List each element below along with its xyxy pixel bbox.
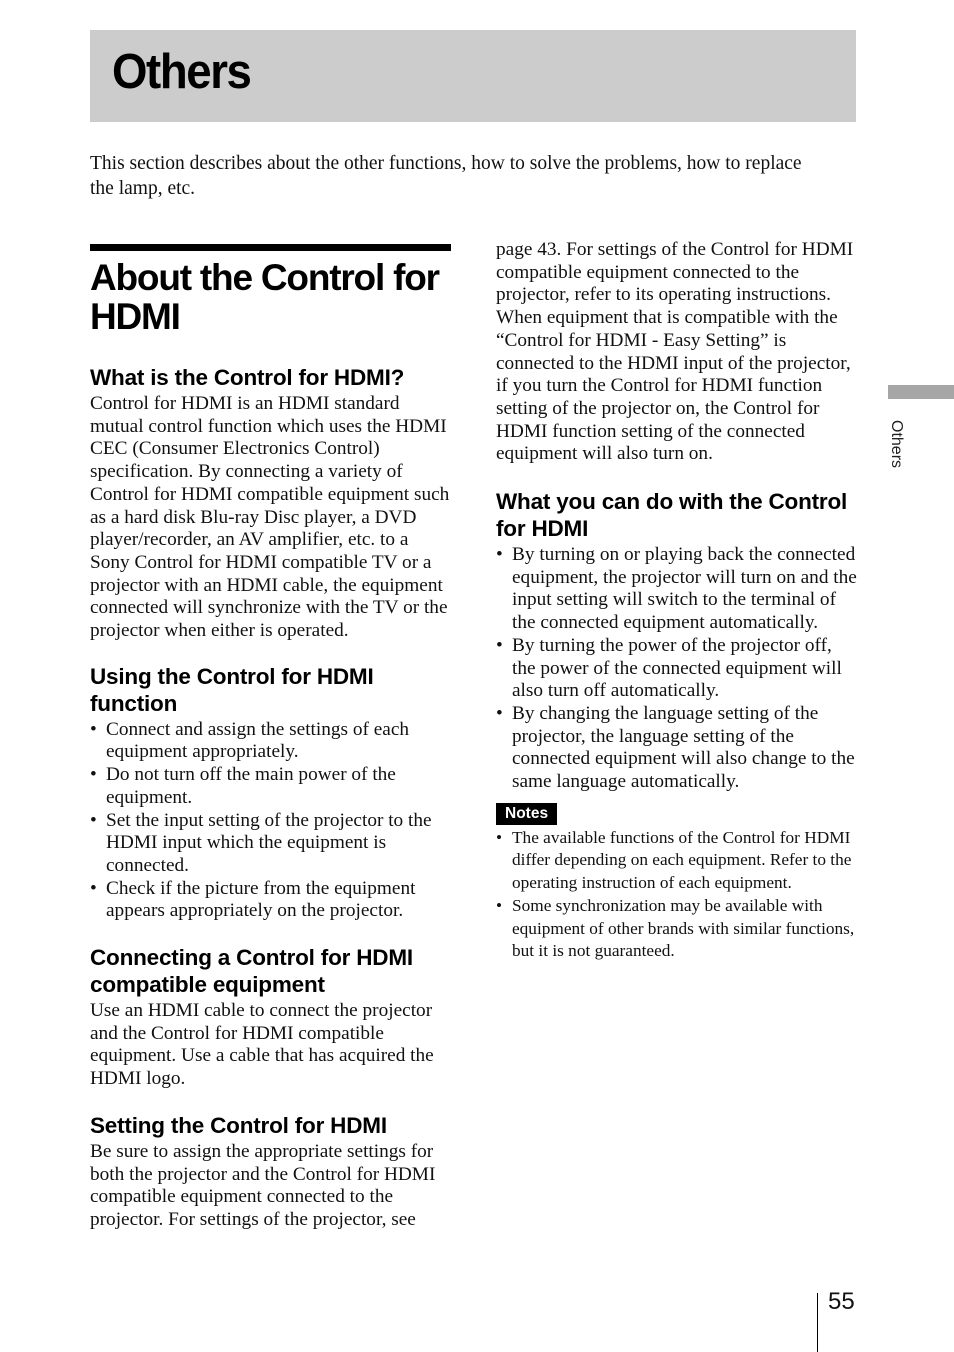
- side-tab-marker: [888, 385, 954, 399]
- section-title-line2: HDMI: [90, 296, 181, 337]
- note-item: The available functions of the Control f…: [496, 827, 858, 895]
- notes-list: The available functions of the Control f…: [496, 827, 858, 963]
- page-number-rule: [817, 1293, 818, 1352]
- setting-body-part1: Be sure to assign the appropriate settin…: [90, 1140, 436, 1230]
- side-tab-label: Others: [888, 420, 905, 469]
- what-you-can-do-list: By turning on or playing back the connec…: [496, 544, 858, 794]
- list-item: By changing the language setting of the …: [496, 703, 858, 794]
- what-is-body: Control for HDMI is an HDMI standard mut…: [90, 393, 450, 642]
- list-item: Set the input setting of the projector t…: [90, 810, 452, 878]
- chapter-banner: Others: [90, 30, 856, 122]
- list-item: By turning the power of the projector of…: [496, 635, 858, 703]
- chapter-intro: This section describes about the other f…: [90, 153, 802, 199]
- left-column: About the Control for HDMI What is the C…: [90, 244, 452, 1232]
- using-list: Connect and assign the settings of each …: [90, 719, 452, 923]
- list-item: Check if the picture from the equipment …: [90, 878, 452, 923]
- right-column: page 43. For settings of the Control for…: [496, 239, 858, 963]
- notes-badge: Notes: [496, 802, 558, 825]
- section-rule: [90, 244, 451, 251]
- section-title-line1: About the Control for: [90, 257, 440, 298]
- chapter-title: Others: [112, 45, 252, 99]
- setting-body-part2: page 43. For settings of the Control for…: [496, 239, 854, 465]
- what-you-can-do-heading: What you can do with the Control for HDM…: [496, 489, 848, 542]
- section-title: About the Control for HDMI: [90, 258, 452, 336]
- connecting-body: Use an HDMI cable to connect the project…: [90, 1000, 434, 1090]
- what-is-heading: What is the Control for HDMI?: [90, 365, 405, 390]
- using-heading: Using the Control for HDMI function: [90, 663, 374, 716]
- setting-heading: Setting the Control for HDMI: [90, 1112, 387, 1138]
- note-item: Some synchronization may be available wi…: [496, 895, 858, 963]
- connecting-heading: Connecting a Control for HDMI compatible…: [90, 945, 413, 998]
- list-item: Do not turn off the main power of the eq…: [90, 764, 452, 809]
- page-number: 55: [828, 1288, 855, 1315]
- list-item: By turning on or playing back the connec…: [496, 544, 858, 635]
- list-item: Connect and assign the settings of each …: [90, 719, 452, 764]
